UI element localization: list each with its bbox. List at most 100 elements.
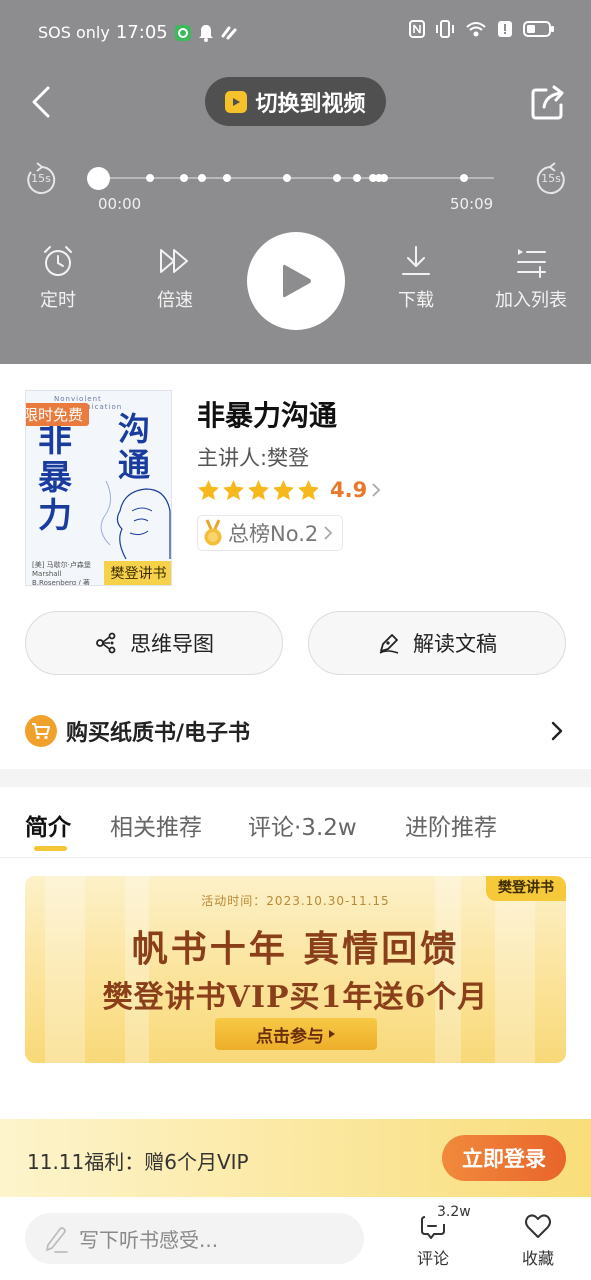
medal-icon	[204, 519, 222, 546]
battery-icon	[523, 21, 554, 37]
progress-track[interactable]	[98, 177, 494, 179]
active-tab-indicator	[34, 846, 67, 851]
skip-forward-button[interactable]: 15s	[533, 162, 569, 198]
banner-headline: 帆书十年 真情回馈	[131, 928, 460, 970]
free-limited-badge: 限时免费	[26, 403, 90, 426]
play-button[interactable]	[247, 232, 345, 330]
bottom-bar: 写下听书感受... 3.2w 评论 收藏	[0, 1197, 591, 1280]
download-icon	[402, 246, 430, 275]
vibrate-icon	[436, 20, 454, 38]
comments-label: 评论	[416, 1249, 449, 1268]
star-icon	[197, 479, 220, 501]
chapter-marker	[333, 174, 341, 182]
chapter-marker	[353, 174, 361, 182]
tab-comments[interactable]: 评论·3.2w	[248, 808, 357, 842]
comment-placeholder: 写下听书感受...	[79, 1228, 219, 1252]
chevron-right-icon	[324, 526, 333, 540]
total-duration: 50:09	[450, 195, 494, 213]
play-icon	[283, 264, 311, 298]
buy-book-row[interactable]: 购买纸质书/电子书	[25, 711, 565, 751]
comments-button[interactable]: 3.2w 评论	[403, 1204, 471, 1269]
chapter-marker	[198, 174, 206, 182]
heart-icon	[525, 1214, 551, 1238]
wechat-notification-icon	[174, 24, 191, 41]
bell-icon	[198, 24, 213, 42]
star-icon	[222, 479, 245, 501]
rank-badge[interactable]: 总榜No.2	[197, 515, 344, 551]
chapter-marker	[460, 174, 468, 182]
star-icon	[247, 479, 270, 501]
transcript-label: 解读文稿	[413, 632, 497, 656]
chapter-marker	[380, 174, 388, 182]
speed-button[interactable]: 倍速	[130, 244, 220, 312]
rating-row[interactable]: 4.9	[197, 478, 383, 502]
timer-label: 定时	[40, 290, 76, 311]
clock: 17:05	[115, 22, 168, 43]
cover-author: [美] 马歇尔·卢森堡 Marshall B.Rosenberg / 著	[32, 561, 91, 586]
tab-related[interactable]: 相关推荐	[110, 808, 202, 842]
alarm-clock-icon	[44, 246, 72, 276]
rank-text: 总榜No.2	[228, 522, 319, 546]
switch-video-label: 切换到视频	[255, 91, 366, 117]
transcript-button[interactable]: 解读文稿	[308, 611, 566, 675]
cover-brand-label: 樊登讲书	[104, 561, 171, 585]
banner-subheadline: 樊登讲书VIP买1年送6个月	[102, 980, 489, 1015]
banner-join-button[interactable]: 点击参与	[215, 1018, 377, 1050]
chapter-marker	[223, 174, 231, 182]
tab-advanced[interactable]: 进阶推荐	[405, 808, 497, 842]
banner-join-label: 点击参与	[256, 1026, 324, 1047]
pencil-icon	[46, 1226, 68, 1253]
content-tabs: 简介 相关推荐 评论·3.2w 进阶推荐	[0, 800, 591, 858]
status-left: SOS only 17:05	[38, 22, 238, 43]
chevron-right-icon	[372, 483, 381, 497]
triangle-right-icon	[329, 1030, 335, 1038]
share-button[interactable]	[528, 82, 568, 122]
status-bar: SOS only 17:05	[0, 0, 591, 64]
timer-button[interactable]: 定时	[13, 244, 103, 312]
link-icon	[221, 26, 237, 39]
skip-back-label: 15s	[31, 172, 51, 185]
mind-map-button[interactable]: 思维导图	[25, 611, 283, 675]
add-to-list-button[interactable]: 加入列表	[486, 244, 576, 312]
chapter-marker	[180, 174, 188, 182]
share-icon	[531, 85, 564, 120]
chevron-left-icon	[32, 86, 50, 118]
audio-player: SOS only 17:05 切换到视频 15s 15s 00:00 50:09…	[0, 0, 591, 364]
switch-to-video-button[interactable]: 切换到视频	[205, 77, 386, 126]
download-label: 下载	[398, 290, 434, 311]
video-icon	[225, 90, 248, 113]
nfc-icon	[409, 20, 425, 38]
book-presenter: 主讲人:樊登	[197, 446, 310, 470]
download-button[interactable]: 下载	[371, 244, 461, 312]
promo-banner[interactable]: 樊登讲书 活动时间：2023.10.30-11.15 帆书十年 真情回馈 樊登讲…	[25, 876, 566, 1063]
skip-back-button[interactable]: 15s	[23, 162, 59, 198]
cover-portrait-illustration	[100, 480, 171, 560]
chapter-marker	[146, 174, 154, 182]
playlist-add-icon	[517, 249, 546, 278]
tab-intro[interactable]: 简介	[25, 808, 71, 842]
star-icon	[272, 479, 295, 501]
login-button[interactable]: 立即登录	[442, 1135, 566, 1181]
elapsed-time: 00:00	[98, 195, 142, 213]
mind-map-label: 思维导图	[130, 632, 214, 656]
book-cover[interactable]: Nonviolent Communication 非暴力 沟通 限时免费 [美]…	[25, 390, 172, 586]
add-to-list-label: 加入列表	[495, 290, 567, 311]
section-divider	[0, 769, 591, 787]
cover-title-left: 非暴力	[38, 420, 72, 536]
fast-forward-icon	[160, 249, 188, 273]
speed-label: 倍速	[157, 290, 193, 311]
chapter-marker	[283, 174, 291, 182]
comment-input[interactable]: 写下听书感受...	[25, 1213, 364, 1264]
favorite-button[interactable]: 收藏	[508, 1211, 568, 1269]
banner-date: 活动时间：2023.10.30-11.15	[201, 894, 390, 908]
status-right	[409, 20, 555, 38]
book-title: 非暴力沟通	[197, 399, 338, 432]
rating-score: 4.9	[330, 478, 368, 502]
vip-promo-bar: 11.11福利：赠6个月VIP 立即登录	[0, 1119, 591, 1197]
carrier-text: SOS only	[38, 23, 110, 42]
star-icon	[297, 479, 320, 501]
comment-count: 3.2w	[437, 1204, 471, 1220]
back-button[interactable]	[24, 82, 60, 122]
progress-knob[interactable]	[87, 167, 110, 190]
skip-forward-label: 15s	[541, 172, 561, 185]
